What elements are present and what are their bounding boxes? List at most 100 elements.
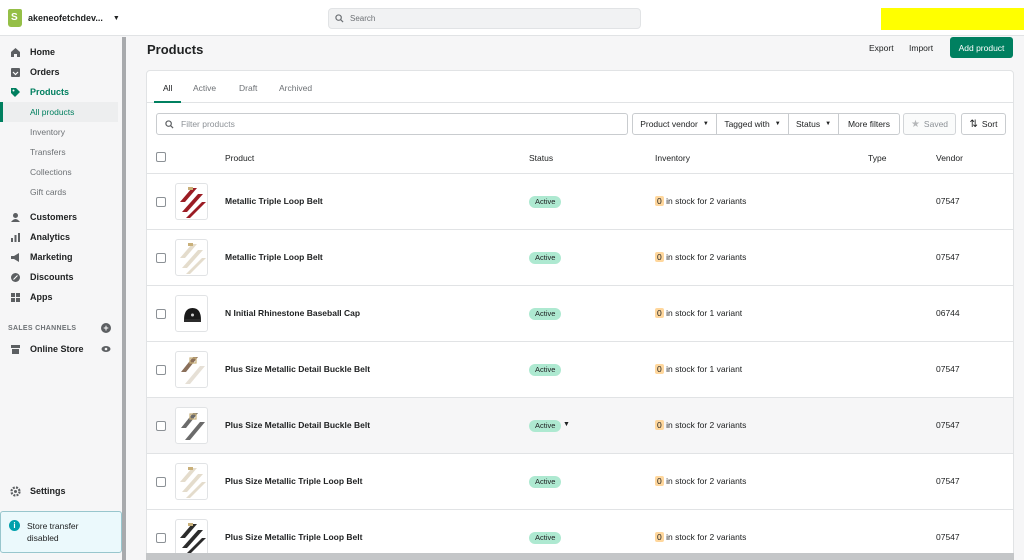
tab-archived[interactable]: Archived <box>279 83 312 93</box>
row-checkbox[interactable] <box>156 197 166 207</box>
saved-label: Saved <box>923 119 949 129</box>
inventory-count: 0 <box>655 476 664 486</box>
status-badge[interactable]: Active <box>529 420 562 432</box>
select-all-checkbox[interactable] <box>156 152 166 162</box>
product-thumbnail[interactable] <box>175 295 208 332</box>
product-vendor-filter[interactable]: Product vendor ▼ <box>632 113 717 135</box>
more-filters-button[interactable]: More filters <box>838 113 900 135</box>
sidebar-subitem-gift-cards[interactable]: Gift cards <box>0 182 118 202</box>
inventory-count: 0 <box>655 196 664 206</box>
filter-products-input[interactable]: Filter products <box>156 113 628 135</box>
tab-draft[interactable]: Draft <box>239 83 257 93</box>
filter-label: Product vendor <box>640 119 698 129</box>
analytics-icon <box>10 232 21 243</box>
row-checkbox[interactable] <box>156 309 166 319</box>
caret-down-icon: ▼ <box>112 14 120 22</box>
sidebar-scrollbar[interactable] <box>122 37 126 560</box>
inventory-cell: 0 in stock for 2 variants <box>655 196 746 206</box>
store-switcher[interactable]: akeneofetchdev... ▼ <box>8 9 120 27</box>
customers-icon <box>10 212 21 223</box>
sidebar-item-products[interactable]: Products <box>0 82 124 102</box>
sidebar-item-home[interactable]: Home <box>0 42 124 62</box>
table-row[interactable]: Plus Size Metallic Detail Buckle Belt Ac… <box>147 398 1013 454</box>
inventory-text: in stock for 1 variant <box>663 308 743 318</box>
table-row[interactable]: Metallic Triple Loop Belt Active 0 in st… <box>147 174 1013 230</box>
product-name[interactable]: Plus Size Metallic Triple Loop Belt <box>225 476 362 486</box>
import-button[interactable]: Import <box>909 43 933 53</box>
inventory-text: in stock for 2 variants <box>663 196 747 206</box>
column-inventory[interactable]: Inventory <box>655 153 690 163</box>
add-product-button[interactable]: Add product <box>950 37 1013 58</box>
product-thumbnail[interactable] <box>175 519 208 556</box>
sidebar-item-label: Discounts <box>30 272 74 282</box>
sidebar-item-settings[interactable]: Settings <box>0 481 124 501</box>
product-thumbnail[interactable] <box>175 463 208 500</box>
settings-icon <box>10 485 21 497</box>
status-dropdown-icon[interactable]: ▼ <box>563 421 570 428</box>
row-checkbox[interactable] <box>156 533 166 543</box>
sidebar-item-apps[interactable]: Apps <box>0 287 124 307</box>
sidebar-item-analytics[interactable]: Analytics <box>0 227 124 247</box>
status-badge: Active <box>529 196 562 208</box>
column-vendor[interactable]: Vendor <box>936 153 963 163</box>
row-checkbox[interactable] <box>156 421 166 431</box>
filter-label: More filters <box>847 119 891 129</box>
inventory-text: in stock for 2 variants <box>663 476 747 486</box>
tag-icon <box>10 87 21 98</box>
sidebar-subitem-collections[interactable]: Collections <box>0 162 118 182</box>
apps-icon <box>10 292 21 303</box>
row-checkbox[interactable] <box>156 477 166 487</box>
tab-bar: All Active Draft Archived <box>147 71 1013 103</box>
highlight-block <box>881 8 1024 30</box>
sidebar-subitem-inventory[interactable]: Inventory <box>0 122 118 142</box>
inventory-count: 0 <box>655 420 664 430</box>
eye-icon[interactable] <box>101 344 111 354</box>
tab-indicator <box>154 101 181 103</box>
table-row[interactable]: Metallic Triple Loop Belt Active 0 in st… <box>147 230 1013 286</box>
product-thumbnail[interactable] <box>175 183 208 220</box>
filter-placeholder: Filter products <box>181 119 235 129</box>
sidebar-item-label: Analytics <box>30 232 71 242</box>
product-thumbnail[interactable] <box>175 407 208 444</box>
sidebar-item-customers[interactable]: Customers <box>0 207 124 227</box>
table-row[interactable]: N Initial Rhinestone Baseball Cap Active… <box>147 286 1013 342</box>
product-name[interactable]: Plus Size Metallic Triple Loop Belt <box>225 532 362 542</box>
tagged-with-filter[interactable]: Tagged with ▼ <box>716 113 789 135</box>
product-name[interactable]: N Initial Rhinestone Baseball Cap <box>225 308 360 318</box>
tab-all[interactable]: All <box>163 83 172 93</box>
sidebar-subitem-transfers[interactable]: Transfers <box>0 142 118 162</box>
column-status[interactable]: Status <box>529 153 553 163</box>
column-product[interactable]: Product <box>225 153 254 163</box>
sidebar-subitem-all-products[interactable]: All products <box>0 102 118 122</box>
horizontal-scrollbar[interactable] <box>146 553 1014 560</box>
inventory-text: in stock for 1 variant <box>663 364 743 374</box>
product-name[interactable]: Metallic Triple Loop Belt <box>225 196 323 206</box>
row-checkbox[interactable] <box>156 365 166 375</box>
product-thumbnail[interactable] <box>175 351 208 388</box>
sidebar-item-discounts[interactable]: Discounts <box>0 267 124 287</box>
search-input[interactable]: Search <box>328 8 641 29</box>
status-badge: Active <box>529 532 562 544</box>
inventory-cell: 0 in stock for 2 variants <box>655 532 746 542</box>
product-name[interactable]: Metallic Triple Loop Belt <box>225 252 323 262</box>
product-name[interactable]: Plus Size Metallic Detail Buckle Belt <box>225 364 370 374</box>
search-placeholder: Search <box>350 14 376 23</box>
table-row[interactable]: Plus Size Metallic Triple Loop Belt Acti… <box>147 454 1013 510</box>
sort-button[interactable]: ⇅ Sort <box>961 113 1006 135</box>
product-thumbnail[interactable] <box>175 239 208 276</box>
home-icon <box>10 47 21 58</box>
sidebar-item-marketing[interactable]: Marketing <box>0 247 124 267</box>
tab-active[interactable]: Active <box>193 83 216 93</box>
product-name[interactable]: Plus Size Metallic Detail Buckle Belt <box>225 420 370 430</box>
column-type[interactable]: Type <box>868 153 886 163</box>
saved-button[interactable]: ★ Saved <box>903 113 956 135</box>
sidebar-item-label: Home <box>30 47 56 57</box>
row-checkbox[interactable] <box>156 253 166 263</box>
sidebar-item-label: Online Store <box>30 344 84 354</box>
add-sales-channel-icon[interactable]: + <box>101 323 111 333</box>
sidebar-item-orders[interactable]: Orders <box>0 62 124 82</box>
status-filter[interactable]: Status ▼ <box>788 113 839 135</box>
sidebar-item-label: Apps <box>30 292 53 302</box>
table-row[interactable]: Plus Size Metallic Detail Buckle Belt Ac… <box>147 342 1013 398</box>
export-button[interactable]: Export <box>869 43 894 53</box>
